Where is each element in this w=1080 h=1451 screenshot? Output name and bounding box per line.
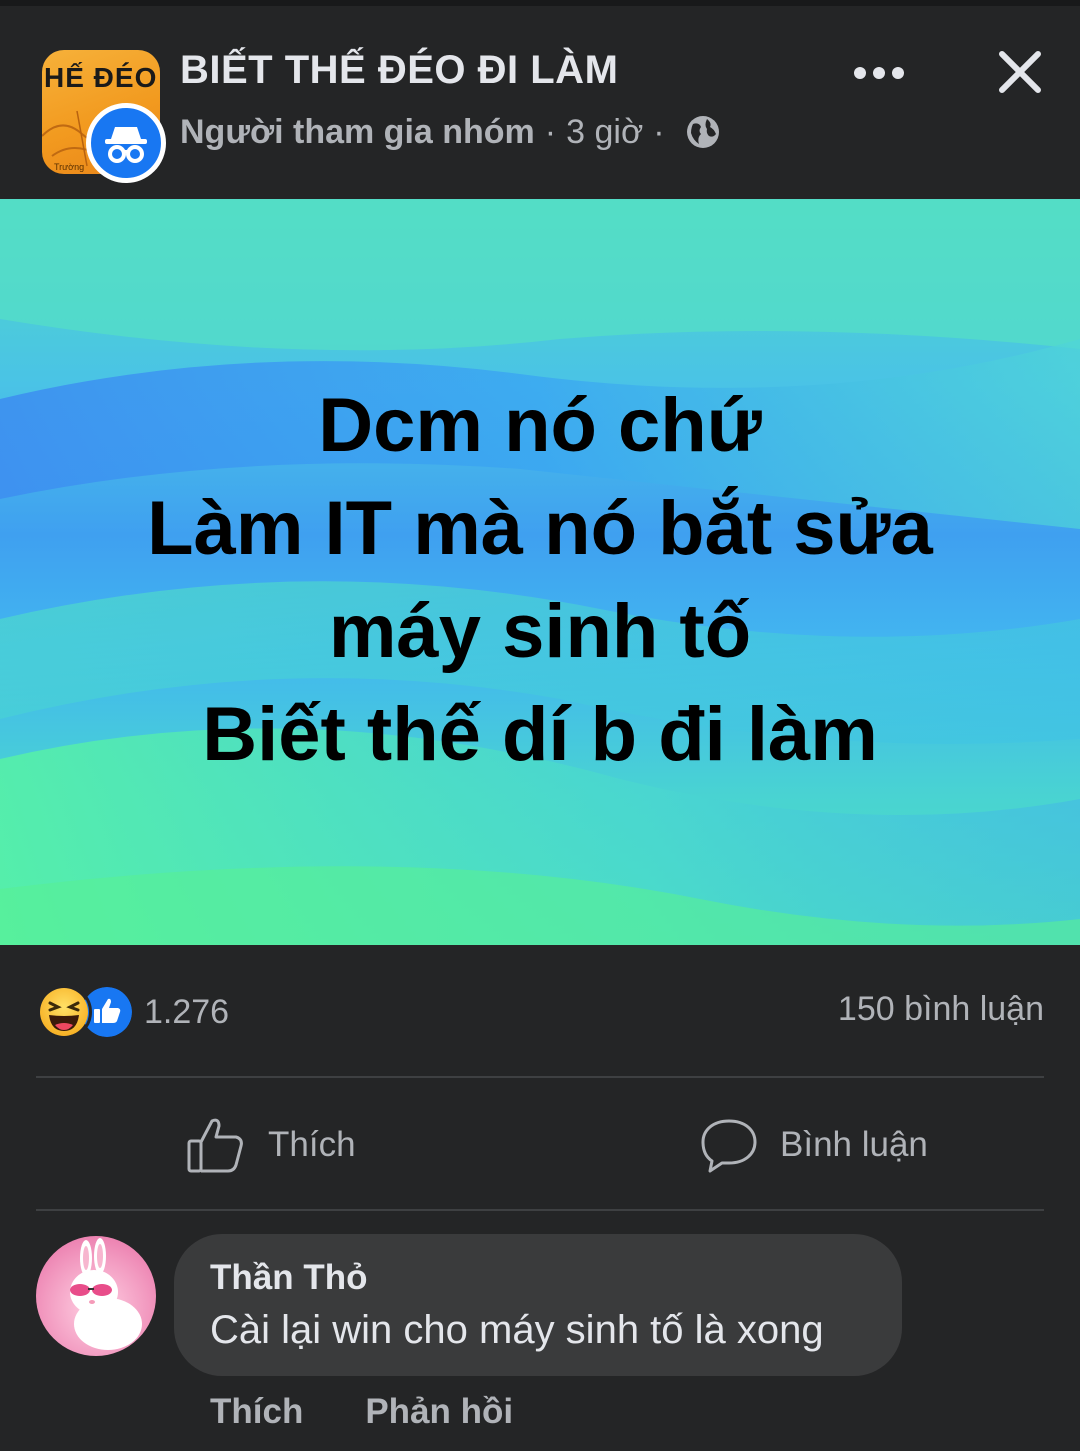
incognito-icon [86, 103, 166, 183]
comment-like-button[interactable]: Thích [210, 1392, 303, 1432]
group-avatar-small-text: Trường [54, 162, 84, 172]
reaction-count: 1.276 [144, 992, 230, 1031]
divider [36, 1209, 1044, 1211]
post-line: Làm IT mà nó bắt sửa [147, 486, 933, 571]
reaction-summary[interactable]: 1.276 [36, 984, 230, 1040]
post-header: HẾ ĐÉO Đ Trường BIẾT THẾ ĐÉO ĐI LÀM Ngườ… [0, 6, 1080, 199]
comment-count[interactable]: 150 bình luận [838, 990, 1044, 1029]
post-text: Dcm nó chứ Làm IT mà nó bắt sửa máy sinh… [0, 374, 1080, 786]
like-button[interactable]: Thích [186, 1110, 356, 1180]
comment-bubble[interactable]: Thần Thỏ Cài lại win cho máy sinh tố là … [174, 1234, 902, 1376]
more-icon[interactable] [852, 58, 906, 88]
thumbs-up-icon [187, 1118, 243, 1173]
post-line: máy sinh tố [328, 589, 752, 674]
comment-button[interactable]: Bình luận [700, 1110, 928, 1180]
comment-icon [701, 1119, 757, 1173]
haha-icon [36, 984, 92, 1040]
comment-reply-button[interactable]: Phản hồi [365, 1392, 513, 1432]
post-content[interactable]: Dcm nó chứ Làm IT mà nó bắt sửa máy sinh… [0, 199, 1080, 945]
globe-icon [686, 116, 719, 148]
post-line: Biết thế dí b đi làm [202, 692, 878, 777]
post-meta: Người tham gia nhóm · 3 giờ · [180, 110, 721, 154]
post-time[interactable]: 3 giờ [566, 113, 643, 152]
group-name[interactable]: BIẾT THẾ ĐÉO ĐI LÀM [180, 48, 618, 93]
author-label[interactable]: Người tham gia nhóm [180, 113, 535, 152]
like-label: Thích [268, 1125, 356, 1164]
comment-actions: Thích Phản hồi [210, 1392, 575, 1432]
group-avatar-text: HẾ ĐÉO Đ [44, 62, 160, 93]
rabbit-image [70, 1238, 142, 1350]
post-line: Dcm nó chứ [318, 383, 762, 468]
close-icon[interactable] [996, 48, 1044, 96]
comment-label: Bình luận [780, 1125, 928, 1164]
meta-separator: · [653, 112, 665, 151]
comment-text: Cài lại win cho máy sinh tố là xong [210, 1308, 824, 1352]
meta-separator: · [544, 112, 557, 151]
commenter-avatar[interactable] [36, 1236, 156, 1356]
divider [36, 1076, 1044, 1078]
commenter-name[interactable]: Thần Thỏ [210, 1258, 367, 1298]
